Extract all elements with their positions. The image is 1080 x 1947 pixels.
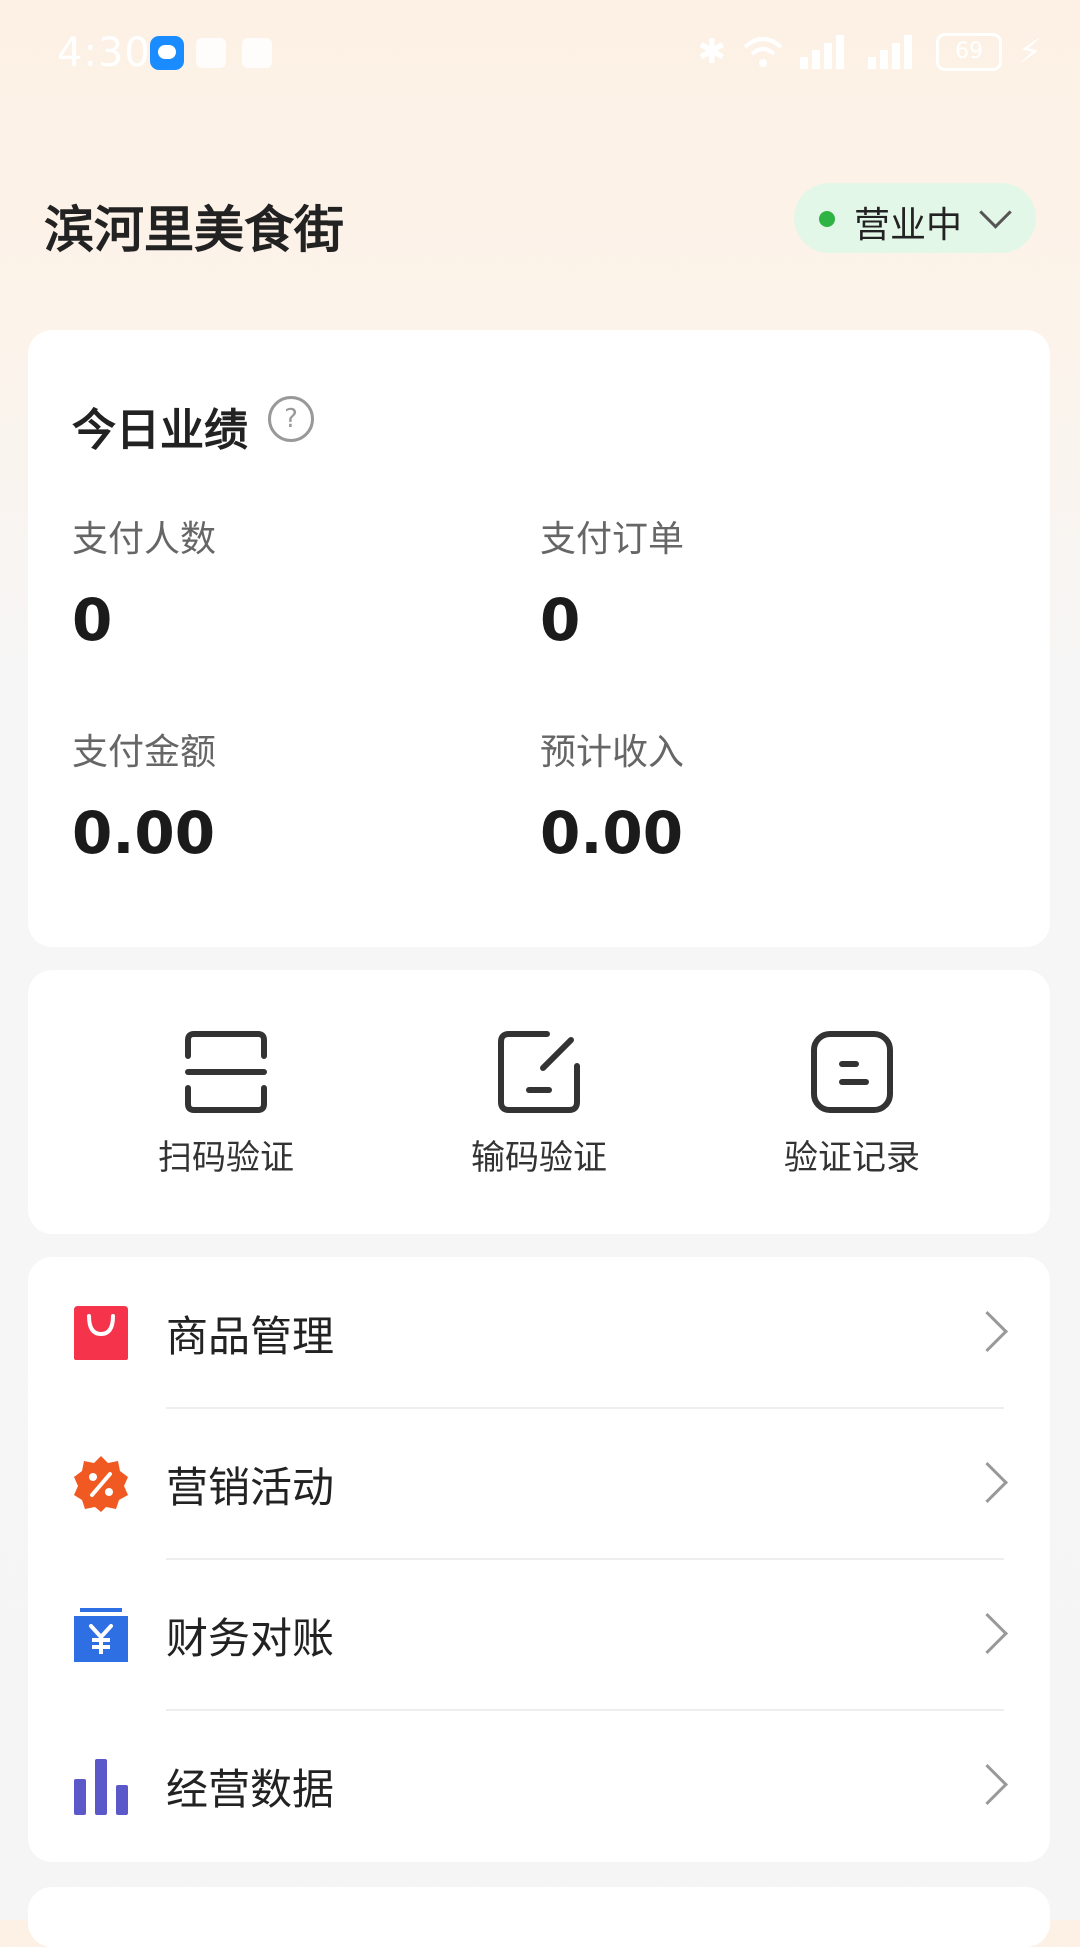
menu-item-label: 财务对账	[166, 1614, 335, 1663]
menu-item-product-management[interactable]: 商品管理	[28, 1257, 1050, 1407]
chevron-down-icon	[979, 196, 1012, 229]
metric-label: 预计收入	[540, 732, 685, 773]
status-bar: 4:30 ✱ 69 ⚡	[0, 0, 1080, 110]
metric-expected-income: 预计收入 0.00	[540, 723, 940, 867]
metric-value: 0.00	[72, 799, 216, 867]
menu-item-business-data[interactable]: 经营数据	[28, 1710, 1050, 1860]
quick-action-label: 扫码验证	[158, 1138, 294, 1178]
status-time: 4:30	[57, 30, 151, 76]
metric-value: 0	[72, 586, 113, 654]
code-verify-button[interactable]: 输码验证	[389, 1030, 689, 1190]
record-icon	[811, 1031, 893, 1113]
quick-action-label: 输码验证	[471, 1138, 607, 1178]
help-icon[interactable]: ?	[268, 396, 314, 442]
metric-paid-orders: 支付订单 0	[540, 510, 940, 654]
bar-chart-icon	[74, 1759, 128, 1815]
menu-item-label: 营销活动	[166, 1463, 335, 1512]
signal-icon-2	[868, 35, 913, 69]
metric-label: 支付订单	[540, 519, 685, 560]
header: 滨河里美食街 营业中	[0, 150, 1080, 290]
finance-yuan-icon	[74, 1608, 128, 1662]
battery-icon: 69	[936, 33, 1003, 71]
metric-paying-users: 支付人数 0	[72, 510, 472, 654]
quick-action-label: 验证记录	[784, 1138, 920, 1178]
business-status-label: 营业中	[854, 205, 963, 246]
edit-code-icon	[498, 1031, 580, 1113]
menu-item-finance[interactable]: 财务对账	[28, 1559, 1050, 1709]
status-indicators: ✱ 69 ⚡	[698, 32, 1042, 72]
metric-label: 支付人数	[72, 519, 217, 560]
scan-verify-button[interactable]: 扫码验证	[76, 1030, 376, 1190]
wifi-icon	[743, 37, 783, 67]
menu-card: 商品管理 营销活动 财务对账 经营数据	[28, 1257, 1050, 1862]
business-status-dropdown[interactable]: 营业中	[794, 183, 1036, 253]
metric-value: 0.00	[540, 799, 684, 867]
status-dot-icon	[819, 211, 835, 227]
chevron-right-icon	[966, 1310, 1009, 1353]
performance-card: 今日业绩 ? 支付人数 0 支付订单 0 支付金额 0.00 预计收入 0.00	[28, 330, 1050, 947]
verify-records-button[interactable]: 验证记录	[702, 1030, 1002, 1190]
charging-icon: ⚡	[1018, 32, 1042, 72]
discount-badge-icon	[74, 1456, 128, 1512]
menu-item-label: 经营数据	[166, 1765, 335, 1814]
metric-value: 0	[540, 586, 581, 654]
shopping-bag-icon	[74, 1306, 128, 1360]
alarm-icon	[242, 38, 272, 68]
menu-item-marketing[interactable]: 营销活动	[28, 1408, 1050, 1558]
store-name: 滨河里美食街	[44, 201, 344, 259]
chevron-right-icon	[966, 1763, 1009, 1806]
next-section-card	[28, 1887, 1050, 1947]
metric-payment-amount: 支付金额 0.00	[72, 723, 472, 867]
signal-icon	[800, 35, 845, 69]
message-app-icon	[150, 36, 184, 70]
metric-label: 支付金额	[72, 732, 217, 773]
menu-item-label: 商品管理	[166, 1312, 335, 1361]
chevron-right-icon	[966, 1461, 1009, 1504]
chevron-right-icon	[966, 1612, 1009, 1655]
scan-icon	[185, 1031, 267, 1113]
notification-icon	[196, 38, 226, 68]
bluetooth-icon: ✱	[697, 32, 727, 72]
performance-title: 今日业绩	[72, 405, 248, 456]
quick-actions-card: 扫码验证 输码验证 验证记录	[28, 970, 1050, 1234]
